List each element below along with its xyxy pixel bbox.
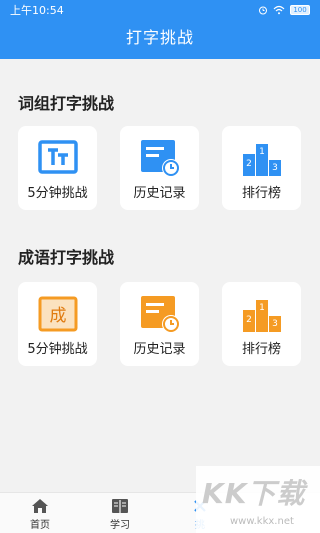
- card-label: 历史记录: [133, 186, 186, 201]
- idiom-5min-challenge-card[interactable]: 成 5分钟挑战: [18, 282, 97, 366]
- tab-study[interactable]: 学习: [80, 493, 160, 533]
- status-icons: 100: [258, 5, 310, 15]
- alarm-icon: [258, 5, 268, 15]
- tab-home[interactable]: 首页: [0, 493, 80, 533]
- podium-ranking-icon: 2 1 3: [243, 300, 281, 332]
- card-label: 5分钟挑战: [27, 342, 88, 357]
- card-label: 5分钟挑战: [27, 186, 88, 201]
- watermark-url: www.kkx.net: [230, 516, 294, 527]
- tab-label: 学习: [110, 520, 130, 531]
- status-bar: 上午10:54 100: [0, 0, 320, 20]
- cheng-char-icon: 成: [38, 296, 78, 332]
- cheng-char-text: 成: [50, 306, 67, 326]
- podium-ranking-icon: 2 1 3: [243, 144, 281, 176]
- svg-text:1: 1: [259, 303, 265, 313]
- phrase-5min-challenge-card[interactable]: 5分钟挑战: [18, 126, 97, 210]
- idiom-ranking-card[interactable]: 2 1 3 排行榜: [222, 282, 301, 366]
- history-clock-icon: [141, 296, 180, 333]
- book-icon: [112, 499, 128, 513]
- tt-text-icon: [38, 140, 78, 174]
- section-title-idiom: 成语打字挑战: [18, 248, 115, 267]
- wifi-icon: [273, 5, 285, 15]
- card-label: 排行榜: [241, 342, 281, 357]
- svg-text:2: 2: [246, 315, 252, 325]
- card-label: 历史记录: [133, 342, 186, 357]
- page-title: 打字挑战: [125, 28, 194, 47]
- site-watermark: KK下载 www.kkx.net: [196, 466, 320, 533]
- svg-text:3: 3: [272, 319, 278, 329]
- history-clock-icon: [141, 140, 180, 177]
- svg-text:1: 1: [259, 147, 265, 157]
- app-header: 上午10:54 100 打字挑战: [0, 0, 320, 59]
- phrase-ranking-card[interactable]: 2 1 3 排行榜: [222, 126, 301, 210]
- status-time: 上午10:54: [10, 4, 64, 17]
- svg-text:2: 2: [246, 159, 252, 169]
- battery-icon: 100: [290, 5, 310, 15]
- idiom-history-card[interactable]: 历史记录: [120, 282, 199, 366]
- tab-label: 首页: [30, 520, 50, 531]
- home-icon: [32, 499, 48, 513]
- section-title-phrase: 词组打字挑战: [18, 94, 115, 113]
- svg-text:3: 3: [272, 163, 278, 173]
- phrase-history-card[interactable]: 历史记录: [120, 126, 199, 210]
- card-label: 排行榜: [241, 186, 281, 201]
- watermark-logo: KK下载: [202, 477, 306, 510]
